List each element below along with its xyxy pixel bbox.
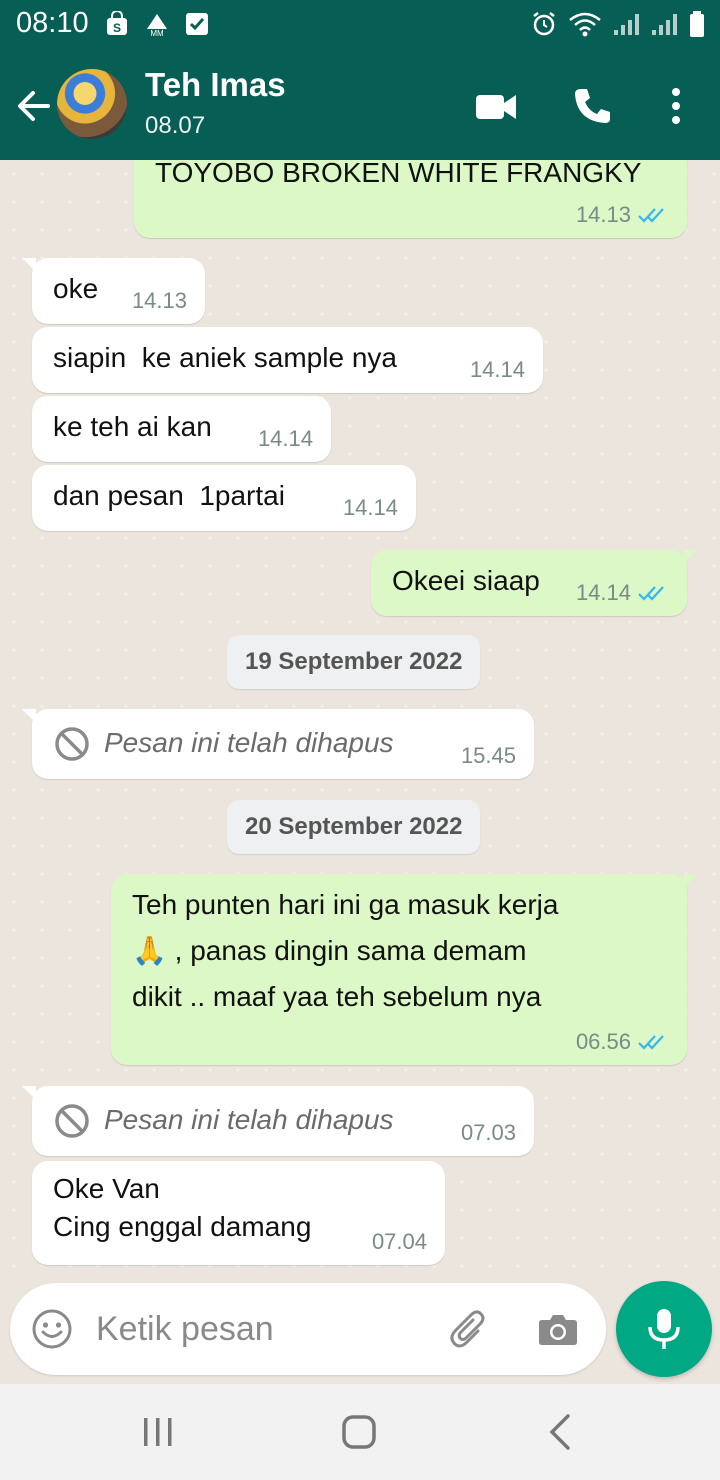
- more-vertical-icon[interactable]: [654, 84, 698, 128]
- double-check-icon: [638, 208, 664, 223]
- contact-name[interactable]: Teh Imas: [145, 66, 286, 104]
- message-line: 🙏 , panas dingin sama demam: [132, 935, 527, 966]
- notification-icons: S MM: [104, 11, 210, 37]
- system-status-icons: [530, 10, 706, 38]
- message-incoming[interactable]: Oke Van Cing enggal damang 07.04: [32, 1161, 445, 1265]
- mic-icon: [648, 1309, 680, 1349]
- contact-last-seen: 08.07: [145, 112, 206, 139]
- message-incoming[interactable]: ke teh ai kan 14.14: [32, 396, 331, 462]
- message-time: 07.04: [371, 1229, 427, 1254]
- message-text: dan pesan 1partai: [53, 480, 285, 511]
- message-incoming[interactable]: oke 14.13: [22, 258, 205, 324]
- message-text: oke: [53, 273, 99, 304]
- message-text: Okeei siaap: [392, 565, 540, 596]
- battery-icon: [690, 11, 704, 37]
- svg-text:S: S: [113, 21, 121, 35]
- message-meta: 07.03: [461, 1120, 516, 1146]
- message-deleted[interactable]: Pesan ini telah dihapus 07.03: [22, 1086, 534, 1156]
- message-deleted[interactable]: Pesan ini telah dihapus 15.45: [22, 709, 534, 779]
- shopping-bag-icon: S: [107, 11, 127, 35]
- signal-icon: [614, 14, 639, 35]
- message-text: siapin ke aniek sample nya: [53, 342, 397, 373]
- back-arrow-icon[interactable]: [12, 84, 56, 128]
- message-composer: [10, 1283, 606, 1375]
- avatar[interactable]: [57, 69, 127, 139]
- system-navigation-bar: [0, 1384, 720, 1480]
- voice-message-button[interactable]: [616, 1281, 712, 1377]
- alarm-icon: [533, 12, 555, 36]
- phone-icon[interactable]: [570, 84, 614, 128]
- message-line: Cing enggal damang: [53, 1211, 312, 1242]
- message-text: Pesan ini telah dihapus: [104, 1104, 394, 1135]
- message-time: 07.03: [460, 1120, 516, 1145]
- double-check-icon: [638, 586, 664, 601]
- message-outgoing[interactable]: Teh punten hari ini ga masuk kerja 🙏 , p…: [111, 874, 697, 1065]
- message-text: Pesan ini telah dihapus: [104, 727, 394, 758]
- message-input[interactable]: [96, 1303, 436, 1355]
- date-label: 20 September 2022: [227, 800, 481, 854]
- message-time: 14.13: [131, 288, 187, 313]
- message-meta: 15.45: [461, 743, 516, 769]
- wifi-icon: [569, 12, 601, 37]
- video-call-icon[interactable]: [474, 84, 518, 128]
- message-time: 14.14: [575, 580, 631, 605]
- status-time: 08:10: [16, 7, 89, 39]
- message-meta: 14.14: [470, 357, 525, 383]
- message-meta: 14.14: [576, 580, 669, 606]
- message-incoming[interactable]: siapin ke aniek sample nya 14.14: [32, 327, 543, 393]
- message-meta: 14.14: [343, 495, 398, 521]
- message-line: Oke Van: [53, 1173, 160, 1204]
- message-meta: 14.13: [576, 202, 669, 228]
- message-time: 14.13: [575, 202, 631, 227]
- signal-icon-2: [652, 14, 677, 35]
- date-divider: 20 September 2022: [0, 800, 720, 854]
- checkbox-icon: [186, 13, 208, 35]
- message-time: 14.14: [469, 357, 525, 382]
- emoji-icon[interactable]: [30, 1307, 74, 1351]
- camera-icon[interactable]: [536, 1307, 580, 1351]
- message-meta: 06.56: [576, 1029, 669, 1055]
- message-text: TOYOBO BROKEN WHITE FRANGKY: [155, 160, 642, 188]
- app-notification-icon: MM: [147, 14, 167, 37]
- status-bar: 08:10 S MM: [0, 0, 720, 50]
- home-icon[interactable]: [335, 1408, 383, 1456]
- prohibited-icon: [55, 727, 89, 761]
- message-outgoing[interactable]: Okeei siaap 14.14: [371, 550, 697, 616]
- message-meta: 14.14: [258, 426, 313, 452]
- message-meta: 14.13: [132, 288, 187, 314]
- message-time: 06.56: [575, 1029, 631, 1054]
- message-time: 15.45: [460, 743, 516, 768]
- date-divider: 19 September 2022: [0, 635, 720, 689]
- message-text: ke teh ai kan: [53, 411, 212, 442]
- back-nav-icon[interactable]: [538, 1408, 586, 1456]
- chat-area[interactable]: TOYOBO BROKEN WHITE FRANGKY 14.13 oke 14…: [0, 160, 720, 1282]
- date-label: 19 September 2022: [227, 635, 481, 689]
- prohibited-icon: [55, 1104, 89, 1138]
- message-outgoing[interactable]: TOYOBO BROKEN WHITE FRANGKY 14.13: [134, 160, 687, 238]
- message-time: 14.14: [342, 495, 398, 520]
- message-meta: 07.04: [372, 1229, 427, 1255]
- chat-header: Teh Imas 08.07: [0, 50, 720, 160]
- attachment-icon[interactable]: [448, 1307, 492, 1351]
- svg-text:MM: MM: [150, 29, 164, 37]
- message-line: dikit .. maaf yaa teh sebelum nya: [132, 981, 542, 1012]
- message-line: Teh punten hari ini ga masuk kerja: [132, 889, 559, 920]
- recent-apps-icon[interactable]: [134, 1408, 182, 1456]
- double-check-icon: [638, 1035, 664, 1050]
- message-time: 14.14: [257, 426, 313, 451]
- message-incoming[interactable]: dan pesan 1partai 14.14: [32, 465, 416, 531]
